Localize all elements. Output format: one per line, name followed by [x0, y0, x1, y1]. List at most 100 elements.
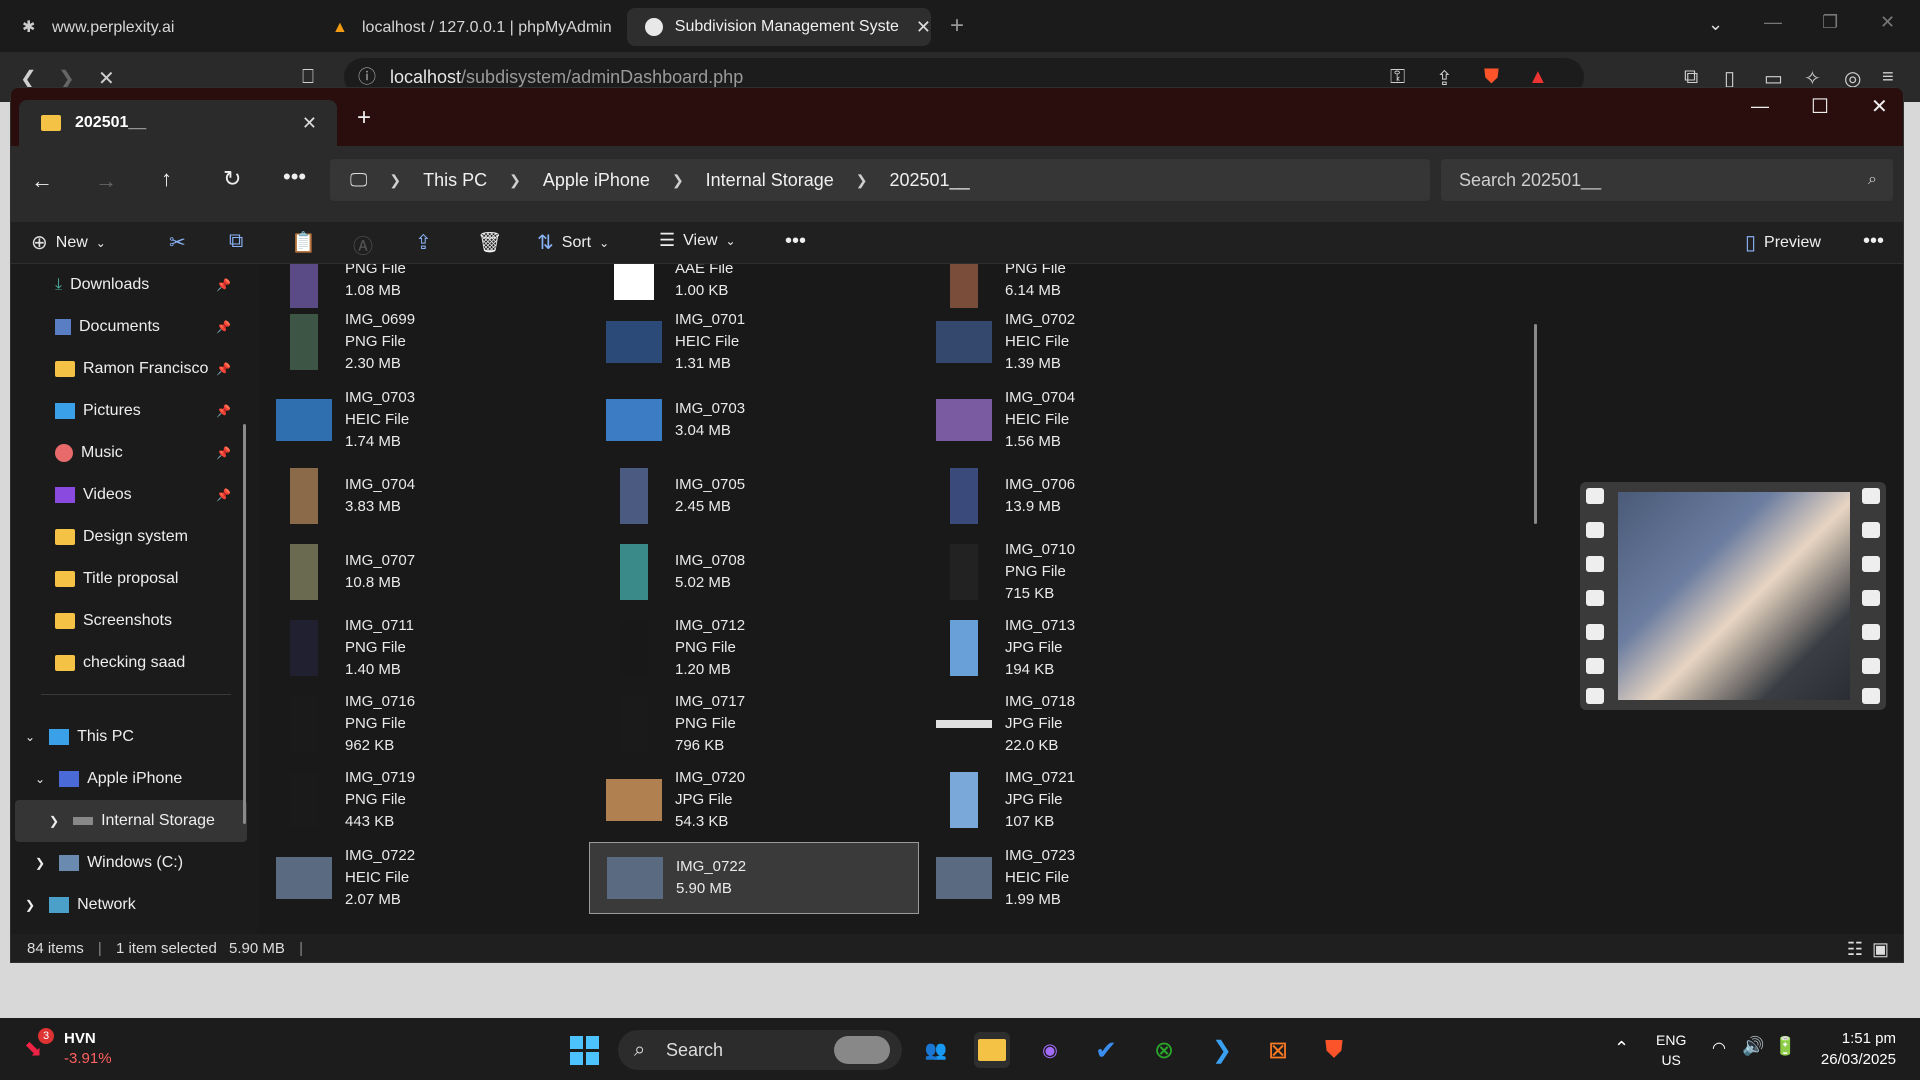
- pin-icon[interactable]: 📌: [216, 278, 231, 292]
- file-tile[interactable]: IMG_0704 HEIC File 1.56 MB: [919, 384, 1249, 456]
- breadcrumb-apple-iphone[interactable]: Apple iPhone: [543, 170, 650, 191]
- close-window-icon[interactable]: ✕: [1880, 12, 1895, 33]
- new-tab-icon[interactable]: +: [950, 12, 964, 40]
- restore-icon[interactable]: ❐: [1822, 12, 1838, 33]
- nav-item-music[interactable]: Music 📌: [11, 432, 243, 474]
- browser-tab-phpmyadmin[interactable]: ▲ localhost / 127.0.0.1 | phpMyAdmin: [314, 10, 614, 46]
- nav-item-title-proposal[interactable]: Title proposal: [11, 558, 243, 600]
- breadcrumb-current-folder[interactable]: 202501__: [890, 170, 970, 191]
- tab-search-icon[interactable]: ⌄: [1708, 14, 1723, 35]
- file-tile[interactable]: IMG_0723 HEIC File 1.99 MB: [919, 842, 1249, 914]
- file-tile[interactable]: IMG_0722 HEIC File 2.07 MB: [259, 842, 589, 914]
- file-tile[interactable]: IMG_0721 JPG File 107 KB: [919, 764, 1249, 836]
- nav-item-videos[interactable]: Videos 📌: [11, 474, 243, 516]
- close-tab-icon[interactable]: ✕: [916, 17, 931, 38]
- stock-widget[interactable]: ⬊ 3 HVN -3.91%: [24, 1028, 144, 1072]
- pin-icon[interactable]: 📌: [216, 446, 231, 460]
- file-tile[interactable]: IMG_0720 JPG File 54.3 KB: [589, 764, 919, 836]
- chevron-right-icon[interactable]: ❯: [509, 172, 521, 189]
- bookmark-icon[interactable]: ⎕: [302, 66, 314, 89]
- view-button[interactable]: ☰ View ⌄: [659, 230, 736, 251]
- password-key-icon[interactable]: ⚿: [1390, 66, 1405, 89]
- rename-icon[interactable]: Ⓐ: [353, 230, 373, 259]
- volume-icon[interactable]: 🔊: [1742, 1036, 1764, 1057]
- browser-tab-perplexity[interactable]: ✱ www.perplexity.ai: [4, 10, 304, 46]
- maximize-icon[interactable]: ☐: [1811, 94, 1829, 119]
- file-tile[interactable]: IMG_0719 PNG File 443 KB: [259, 764, 589, 836]
- xbox-icon[interactable]: ⊗: [1146, 1032, 1182, 1068]
- content-scrollbar[interactable]: [1534, 324, 1537, 524]
- file-tile[interactable]: IMG_0722 5.90 MB: [589, 842, 919, 914]
- menu-icon[interactable]: ≡: [1882, 66, 1894, 89]
- file-tile[interactable]: IMG_0702 HEIC File 1.39 MB: [919, 306, 1249, 378]
- cut-icon[interactable]: ✂: [169, 230, 186, 255]
- brave-shield-icon[interactable]: ⛊: [1484, 66, 1499, 89]
- tiles-view-icon[interactable]: ▣: [1872, 934, 1889, 962]
- browser-tab-active[interactable]: Subdivision Management Syste ✕: [627, 8, 931, 46]
- sort-button[interactable]: ⇅ Sort ⌄: [537, 230, 609, 255]
- nav-item-internal-storage[interactable]: ❯ Internal Storage: [15, 800, 247, 842]
- minimize-icon[interactable]: —: [1764, 12, 1782, 33]
- new-button[interactable]: ⊕ New ⌄: [31, 230, 106, 255]
- extensions-icon[interactable]: ⧉: [1684, 66, 1698, 89]
- breadcrumb-this-pc[interactable]: This PC: [423, 170, 487, 191]
- nav-item-downloads[interactable]: ⤓ Downloads 📌: [11, 264, 243, 306]
- forward-arrow-icon[interactable]: →: [95, 168, 117, 194]
- delete-icon[interactable]: 🗑: [477, 230, 502, 255]
- show-hidden-icons-icon[interactable]: ⌃: [1614, 1038, 1629, 1059]
- search-input[interactable]: Search 202501__ ⌕: [1441, 159, 1893, 201]
- paste-icon[interactable]: 📋: [291, 230, 316, 255]
- brave-rewards-icon[interactable]: ▲: [1528, 66, 1548, 89]
- chevron-right-icon[interactable]: ❯: [49, 814, 59, 828]
- new-tab-icon[interactable]: +: [357, 104, 371, 132]
- up-arrow-icon[interactable]: ↑: [161, 166, 172, 192]
- minimize-icon[interactable]: —: [1751, 96, 1769, 117]
- nav-scrollbar[interactable]: [243, 424, 246, 824]
- taskbar-search[interactable]: ⌕ Search: [618, 1030, 902, 1070]
- back-arrow-icon[interactable]: ←: [31, 168, 53, 194]
- close-tab-icon[interactable]: ✕: [302, 113, 317, 134]
- pin-icon[interactable]: 📌: [216, 362, 231, 376]
- nav-item-windows-c[interactable]: ❯ Windows (C:): [11, 842, 243, 884]
- pin-icon[interactable]: 📌: [216, 488, 231, 502]
- brave-browser-icon[interactable]: ⛊: [1316, 1032, 1352, 1068]
- nav-item-pictures[interactable]: Pictures 📌: [11, 390, 243, 432]
- nav-item-this-pc[interactable]: ⌄ This PC: [11, 716, 243, 758]
- refresh-icon[interactable]: ↻: [223, 166, 241, 192]
- todo-icon[interactable]: ✔: [1088, 1032, 1124, 1068]
- file-tile[interactable]: IMG_0704 3.83 MB: [259, 460, 589, 532]
- file-tile[interactable]: IMG_0706 13.9 MB: [919, 460, 1249, 532]
- chevron-down-icon[interactable]: ⌄: [25, 730, 35, 744]
- breadcrumb[interactable]: 🖵 ❯ This PC ❯ Apple iPhone ❯ Internal St…: [330, 159, 1430, 201]
- details-view-icon[interactable]: ☷: [1847, 934, 1863, 962]
- more-options-icon[interactable]: •••: [1863, 230, 1884, 253]
- file-tile[interactable]: IMG_0705 2.45 MB: [589, 460, 919, 532]
- search-icon[interactable]: ⌕: [1868, 159, 1877, 201]
- breadcrumb-internal-storage[interactable]: Internal Storage: [706, 170, 834, 191]
- file-tile[interactable]: IMG_0707 10.8 MB: [259, 536, 589, 608]
- xampp-icon[interactable]: ⊠: [1260, 1032, 1296, 1068]
- wifi-icon[interactable]: ◠: [1712, 1038, 1726, 1058]
- nav-item-documents[interactable]: Documents 📌: [11, 306, 243, 348]
- chevron-right-icon[interactable]: ❯: [672, 172, 684, 189]
- chevron-down-icon[interactable]: ⌄: [35, 772, 45, 786]
- nav-item-ramon-francisco[interactable]: Ramon Francisco 📌: [11, 348, 243, 390]
- file-tile[interactable]: IMG_0701 HEIC File 1.31 MB: [589, 306, 919, 378]
- nav-item-network[interactable]: ❯ Network: [11, 884, 243, 926]
- file-tile[interactable]: IMG_0713 JPG File 194 KB: [919, 612, 1249, 684]
- clock[interactable]: 1:51 pm 26/03/2025: [1821, 1028, 1896, 1070]
- file-tile[interactable]: IMG_0717 PNG File 796 KB: [589, 688, 919, 760]
- nav-item-design-system[interactable]: Design system: [11, 516, 243, 558]
- preview-pane-button[interactable]: ▯ Preview: [1745, 230, 1821, 255]
- battery-icon[interactable]: 🔋: [1774, 1036, 1796, 1057]
- chevron-right-icon[interactable]: ❯: [389, 172, 401, 189]
- file-tile[interactable]: IMG_0703 HEIC File 1.74 MB: [259, 384, 589, 456]
- file-tile[interactable]: IMG_0708 5.02 MB: [589, 536, 919, 608]
- pin-icon[interactable]: 📌: [216, 320, 231, 334]
- file-tile[interactable]: IMG_0703 3.04 MB: [589, 384, 919, 456]
- file-tile[interactable]: IMG_0712 PNG File 1.20 MB: [589, 612, 919, 684]
- chevron-right-icon[interactable]: ❯: [856, 172, 868, 189]
- file-tile[interactable]: IMG_0716 PNG File 962 KB: [259, 688, 589, 760]
- file-explorer-icon[interactable]: [974, 1032, 1010, 1068]
- more-icon[interactable]: •••: [283, 164, 306, 190]
